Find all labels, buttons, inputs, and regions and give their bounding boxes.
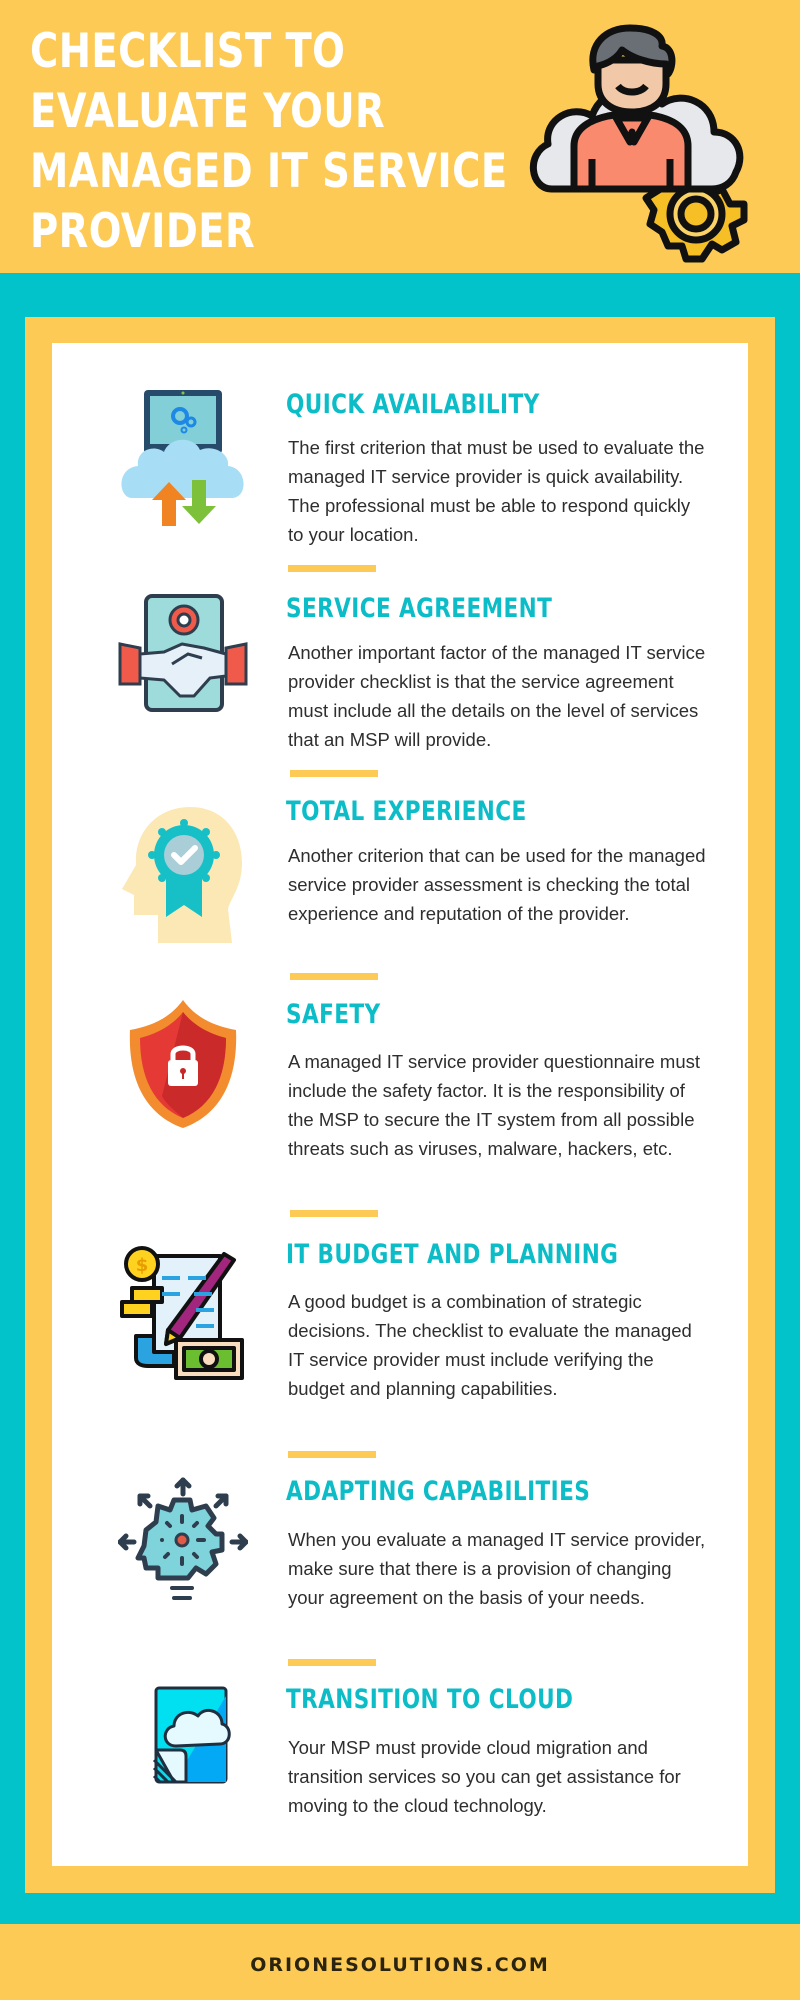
section-heading: TOTAL EXPERIENCE [286, 796, 527, 827]
section-body: A managed IT service provider questionna… [288, 1051, 701, 1159]
title-line: EVALUATE YOUR [30, 84, 386, 139]
title-line: MANAGED IT SERVICE [30, 144, 508, 199]
section-body: A good budget is a combination of strate… [288, 1291, 692, 1399]
title-line: CHECKLIST TO [30, 24, 346, 79]
section-body: Another important factor of the managed … [288, 642, 706, 750]
laptop-cloud-sync-icon [121, 390, 244, 526]
section-body: When you evaluate a managed IT service p… [288, 1529, 706, 1608]
section-heading: SAFETY [286, 999, 381, 1030]
cloud-document-icon [152, 1686, 231, 1784]
shield-lock-icon [129, 1000, 237, 1128]
section-divider [288, 1451, 376, 1458]
section-divider [290, 770, 378, 777]
section-heading: ADAPTING CAPABILITIES [286, 1476, 591, 1507]
budget-planning-icon: $ [120, 1246, 244, 1380]
handshake-agreement-icon [118, 594, 248, 712]
title-line: PROVIDER [30, 204, 256, 259]
section-heading: QUICK AVAILABILITY [286, 389, 540, 420]
page-title: CHECKLIST TO EVALUATE YOUR MANAGED IT SE… [30, 22, 508, 262]
section-heading: TRANSITION TO CLOUD [286, 1684, 574, 1715]
head-award-badge-icon [122, 807, 242, 943]
section-divider [290, 973, 378, 980]
section-heading: SERVICE AGREEMENT [286, 593, 553, 624]
section-body: Another criterion that can be used for t… [288, 845, 706, 924]
svg-text:$: $ [136, 1255, 149, 1276]
section-divider [290, 1210, 378, 1217]
section-body: The first criterion that must be used to… [288, 437, 705, 545]
section-divider [288, 1659, 376, 1666]
person-cloud-gear-icon [530, 24, 748, 263]
gear-head-arrows-icon [118, 1477, 248, 1600]
section-divider [288, 565, 376, 572]
section-heading: IT BUDGET AND PLANNING [286, 1239, 619, 1270]
website-link[interactable]: ORIONESOLUTIONS.COM [0, 1954, 800, 1976]
section-body: Your MSP must provide cloud migration an… [288, 1737, 681, 1816]
